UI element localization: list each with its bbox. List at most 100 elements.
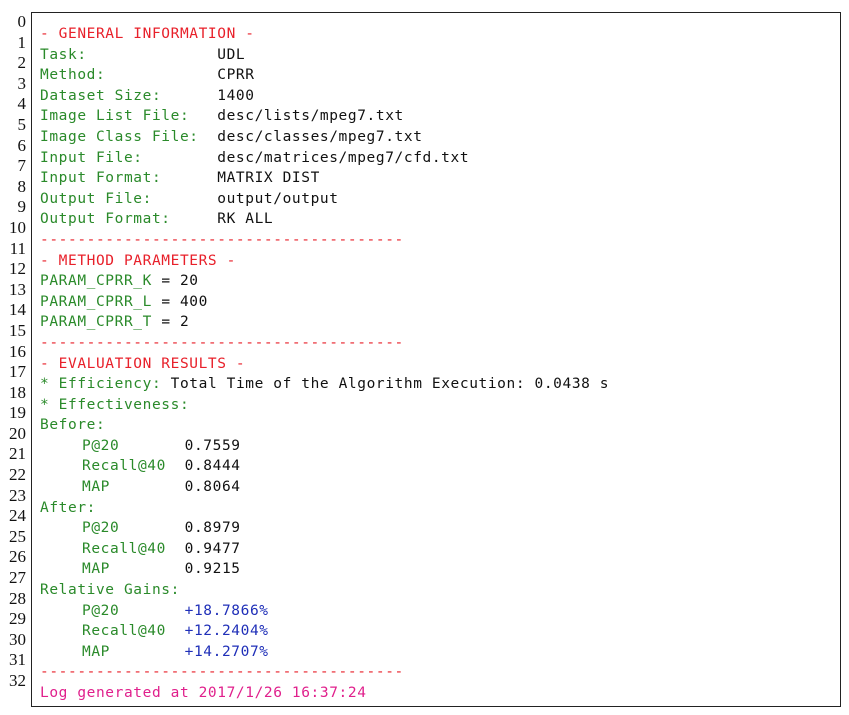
line-number: 17 [9,362,26,382]
line-number: 23 [9,485,26,505]
metric-row-before: P@20 0.7559 [32,436,840,457]
info-label: Input Format: [40,170,218,187]
line-number: 7 [17,156,27,176]
after-heading: After: [32,498,840,519]
efficiency-row: * Efficiency: Total Time of the Algorith… [32,374,840,395]
info-row-image-class-file: Image Class File: desc/classes/mpeg7.txt [32,127,840,148]
info-value: UDL [217,46,246,63]
info-row-method: Method: CPRR [32,65,840,86]
metric-row-gain: Recall@40 +12.2404% [32,621,840,642]
info-row-input-file: Input File: desc/matrices/mpeg7/cfd.txt [32,148,840,169]
effectiveness-label: * Effectiveness: [40,396,190,413]
section-header-text: - EVALUATION RESULTS - [40,355,246,372]
info-value: desc/lists/mpeg7.txt [217,108,404,125]
line-number: 3 [17,73,27,93]
after-label: After: [40,499,96,516]
evaluation-section-header: - EVALUATION RESULTS - [32,354,840,375]
info-label: Output Format: [40,211,218,228]
line-number: 30 [9,629,26,649]
info-label: Image List File: [40,108,218,125]
info-row-output-format: Output Format: RK ALL [32,209,840,230]
line-number: 4 [17,94,27,114]
line-number: 21 [9,444,26,464]
metric-row-gain: MAP +14.2707% [32,642,840,663]
param-value: = 2 [161,314,190,331]
metric-name: MAP [82,643,185,660]
line-number: 16 [9,341,26,361]
metric-value: 0.8444 [184,458,241,475]
before-heading: Before: [32,415,840,436]
info-value: output/output [217,190,339,207]
gain-value: +18.7866% [184,602,269,619]
line-number: 26 [9,547,26,567]
metric-value: 0.9477 [184,540,241,557]
param-name: PARAM_CPRR_K [40,273,152,290]
line-number: 5 [17,114,27,134]
line-number: 22 [9,465,26,485]
general-section-header: - GENERAL INFORMATION - [32,24,840,45]
line-number: 10 [9,217,26,237]
param-row: PARAM_CPRR_T = 2 [32,312,840,333]
metric-value: 0.8979 [184,520,241,537]
metric-name: MAP [82,479,185,496]
line-number: 14 [9,300,26,320]
param-row: PARAM_CPRR_L = 400 [32,292,840,313]
footer-line: Log generated at 2017/1/26 16:37:24 [32,683,840,704]
gains-label: Relative Gains: [40,582,180,599]
metric-row-gain: P@20 +18.7866% [32,601,840,622]
metric-name: P@20 [82,520,185,537]
line-number: 9 [17,197,27,217]
metric-row-after: P@20 0.8979 [32,518,840,539]
before-label: Before: [40,417,106,434]
info-label: Dataset Size: [40,87,218,104]
line-number: 24 [9,506,26,526]
info-row-output-file: Output File: output/output [32,189,840,210]
gain-value: +14.2707% [184,643,269,660]
log-listing: - GENERAL INFORMATION - Task: UDL Method… [31,12,841,707]
gain-value: +12.2404% [184,623,269,640]
metric-row-after: MAP 0.9215 [32,559,840,580]
info-value: RK ALL [217,211,274,228]
line-number: 19 [9,403,26,423]
line-number: 11 [9,238,26,258]
section-header-text: - METHOD PARAMETERS - [40,252,236,269]
line-number: 20 [9,423,26,443]
line-number: 18 [9,382,26,402]
line-number: 2 [17,53,27,73]
info-label: Image Class File: [40,128,218,145]
line-number: 27 [9,568,26,588]
log-timestamp: Log generated at 2017/1/26 16:37:24 [40,685,367,701]
param-value: = 400 [161,293,208,310]
line-number: 28 [9,588,26,608]
info-label: Input File: [40,149,218,166]
line-number: 29 [9,609,26,629]
info-row-image-list-file: Image List File: desc/lists/mpeg7.txt [32,106,840,127]
separator-line: --------------------------------------- [40,664,404,681]
line-number: 8 [17,176,27,196]
metric-value: 0.9215 [184,561,241,578]
line-number: 31 [9,650,26,670]
info-value: desc/classes/mpeg7.txt [217,128,423,145]
efficiency-value: Total Time of the Algorithm Execution: 0… [170,376,610,393]
info-label: Method: [40,67,218,84]
param-name: PARAM_CPRR_L [40,293,152,310]
info-row-dataset-size: Dataset Size: 1400 [32,86,840,107]
line-number: 12 [9,259,26,279]
metric-name: MAP [82,561,185,578]
line-number: 6 [17,135,27,155]
efficiency-label: * Efficiency: [40,376,162,393]
metric-name: P@20 [82,602,185,619]
line-number: 15 [9,320,26,340]
info-row-task: Task: UDL [32,45,840,66]
metric-name: Recall@40 [82,623,185,640]
info-value: 1400 [217,87,255,104]
param-name: PARAM_CPRR_T [40,314,152,331]
info-value: MATRIX DIST [217,170,320,187]
line-number: 32 [9,671,26,690]
line-number: 25 [9,526,26,546]
metric-name: Recall@40 [82,540,185,557]
param-row: PARAM_CPRR_K = 20 [32,271,840,292]
metric-row-before: Recall@40 0.8444 [32,456,840,477]
param-value: = 20 [161,273,199,290]
metric-row-after: Recall@40 0.9477 [32,539,840,560]
